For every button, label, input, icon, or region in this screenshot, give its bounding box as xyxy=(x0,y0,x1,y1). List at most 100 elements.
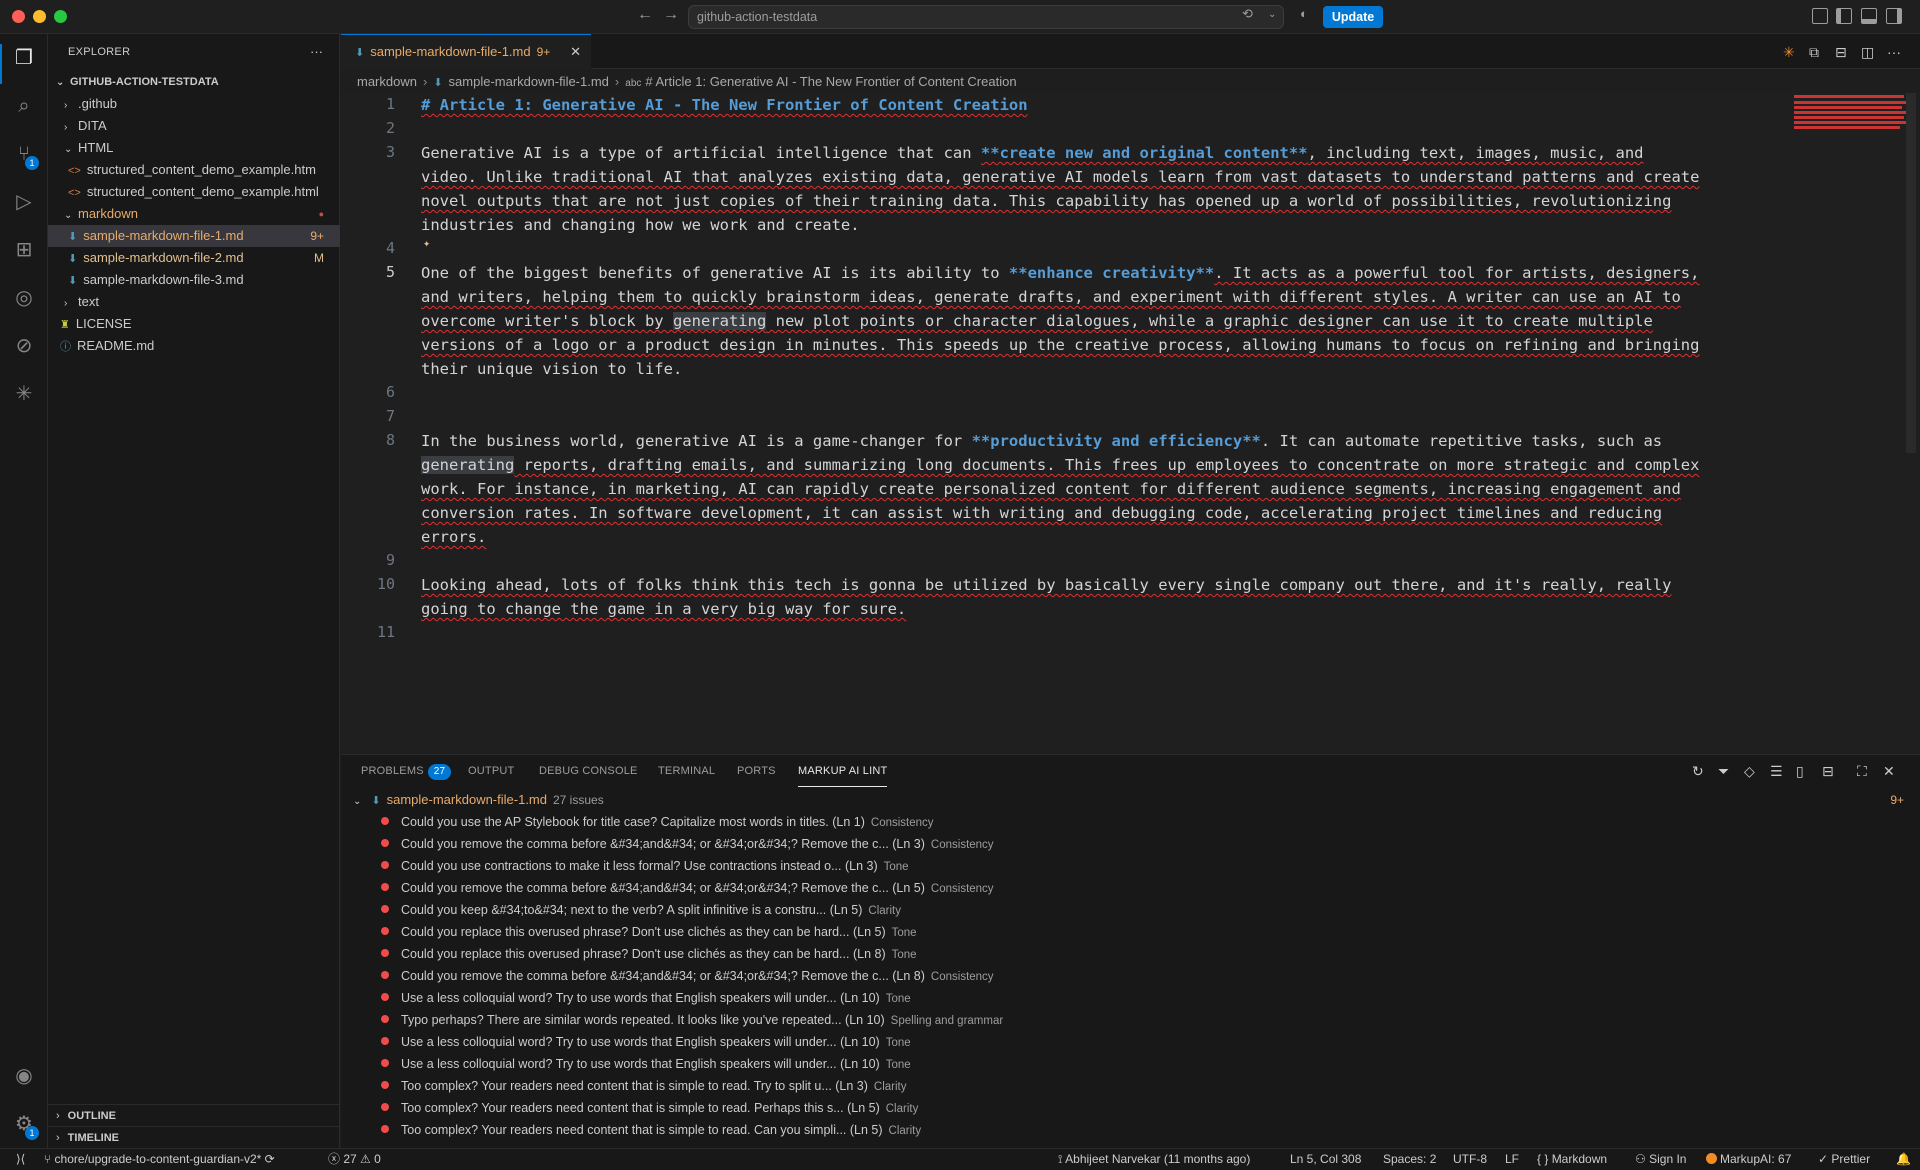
testing-icon[interactable]: ⊘ xyxy=(12,334,36,358)
refresh-icon[interactable]: ↻ xyxy=(1692,763,1704,780)
collapse-all-icon[interactable]: ☰ xyxy=(1770,763,1783,780)
issue-row[interactable]: Could you use the AP Stylebook for title… xyxy=(381,811,934,833)
problems-status[interactable]: ⓧ 27 ⚠ 0 xyxy=(328,1149,381,1170)
split-editor-icon[interactable]: ◫ xyxy=(1861,44,1874,61)
toggle-secondary-sidebar-icon[interactable] xyxy=(1886,8,1902,24)
scrollbar-thumb[interactable] xyxy=(1906,93,1916,453)
remote-icon[interactable]: ⟩⟨ xyxy=(16,1149,25,1170)
branch-status[interactable]: ⑂ chore/upgrade-to-content-guardian-v2* … xyxy=(44,1149,275,1170)
tree-folder-html[interactable]: ⌄ HTML xyxy=(48,137,340,159)
tree-folder-dita[interactable]: › DITA xyxy=(48,115,340,137)
tab-ports[interactable]: PORTS xyxy=(737,755,776,787)
error-dot-icon xyxy=(381,1103,389,1111)
tree-item-label: README.md xyxy=(77,338,155,353)
back-arrow-icon[interactable]: ← xyxy=(637,6,653,24)
tab-terminal[interactable]: TERMINAL xyxy=(658,755,715,787)
timeline-section[interactable]: › TIMELINE xyxy=(48,1126,340,1148)
issue-row[interactable]: Could you remove the comma before &#34;a… xyxy=(381,833,994,855)
issue-row[interactable]: Use a less colloquial word? Try to use w… xyxy=(381,1031,911,1053)
tree-file-license[interactable]: ♜ LICENSE xyxy=(48,313,340,335)
breadcrumb-folder[interactable]: markdown xyxy=(357,74,417,89)
more-actions-icon[interactable]: ··· xyxy=(1887,44,1901,60)
search-icon[interactable]: ⌕ xyxy=(12,94,36,118)
issue-row[interactable]: Use a less colloquial word? Try to use w… xyxy=(381,1053,911,1075)
tree-file-readme[interactable]: ⓘ README.md xyxy=(48,335,340,357)
open-preview-icon[interactable]: ⧉ xyxy=(1809,44,1819,61)
forward-arrow-icon[interactable]: → xyxy=(663,6,679,24)
bold-text: **enhance creativity** xyxy=(1008,264,1215,282)
tree-file-md-1[interactable]: ⬇ sample-markdown-file-1.md 9+ xyxy=(48,225,340,247)
tab-problems[interactable]: PROBLEMS 27 xyxy=(361,755,452,787)
maximize-panel-icon[interactable]: ⛶ xyxy=(1857,763,1867,780)
breadcrumb-symbol[interactable]: # Article 1: Generative AI - The New Fro… xyxy=(645,74,1016,89)
markupai-status[interactable]: MarkupAI: 67 xyxy=(1706,1149,1791,1170)
tree-folder-markdown[interactable]: ⌄ markdown ● xyxy=(48,203,340,225)
toggle-panel-icon[interactable] xyxy=(1861,8,1877,24)
issues-file-group[interactable]: ⌄ ⬇ sample-markdown-file-1.md 27 issues xyxy=(353,789,604,811)
issue-row[interactable]: Use a less colloquial word? Try to use w… xyxy=(381,987,911,1009)
tree-folder-text[interactable]: › text xyxy=(48,291,340,313)
update-button[interactable]: Update xyxy=(1323,6,1383,28)
editor-scrollbar[interactable] xyxy=(1904,93,1918,753)
file-icon[interactable]: ▯ xyxy=(1796,763,1804,780)
tab-output[interactable]: OUTPUT xyxy=(468,755,514,787)
maximize-window-button[interactable] xyxy=(54,10,67,23)
issue-row[interactable]: Typo perhaps? There are similar words re… xyxy=(381,1009,1003,1031)
code-editor[interactable]: 1 2 3 4 5 6 7 8 9 10 11 # Article 1: Gen… xyxy=(341,93,1920,753)
tree-file-htm[interactable]: <> structured_content_demo_example.htm xyxy=(48,159,340,181)
run-debug-icon[interactable]: ▷ xyxy=(12,190,36,214)
workspace-root[interactable]: ⌄ GITHUB-ACTION-TESTDATA xyxy=(48,71,340,93)
outline-section[interactable]: › OUTLINE xyxy=(48,1104,340,1126)
more-actions-icon[interactable]: ··· xyxy=(310,34,323,70)
cursor-position[interactable]: Ln 5, Col 308 xyxy=(1290,1149,1361,1170)
prettier-status[interactable]: ✓ Prettier xyxy=(1818,1149,1870,1170)
indentation-status[interactable]: Spaces: 2 xyxy=(1383,1149,1436,1170)
tree-file-html[interactable]: <> structured_content_demo_example.html xyxy=(48,181,340,203)
accounts-contrast-icon[interactable]: ◐ xyxy=(1300,6,1308,21)
issue-row[interactable]: Could you use contractions to make it le… xyxy=(381,855,909,877)
eol-status[interactable]: LF xyxy=(1505,1149,1519,1170)
issue-row[interactable]: Too complex? Your readers need content t… xyxy=(381,1075,907,1097)
issue-row[interactable]: Could you remove the comma before &#34;a… xyxy=(381,965,994,987)
sign-in-status[interactable]: ⚇ Sign In xyxy=(1635,1149,1686,1170)
issue-row[interactable]: Too complex? Your readers need content t… xyxy=(381,1119,921,1141)
extensions-icon[interactable]: ⊞ xyxy=(12,238,36,262)
tree-file-md-2[interactable]: ⬇ sample-markdown-file-2.md M xyxy=(48,247,340,269)
issue-row[interactable]: Could you replace this overused phrase? … xyxy=(381,943,917,965)
close-panel-icon[interactable]: ✕ xyxy=(1883,763,1895,780)
tree-file-md-3[interactable]: ⬇ sample-markdown-file-3.md xyxy=(48,269,340,291)
issue-message: Could you use contractions to make it le… xyxy=(401,859,878,873)
breadcrumb-file[interactable]: sample-markdown-file-1.md xyxy=(449,74,609,89)
filter-icon[interactable]: ⏷ xyxy=(1718,763,1729,780)
encoding-status[interactable]: UTF-8 xyxy=(1453,1149,1487,1170)
minimap[interactable] xyxy=(1794,93,1910,139)
clear-icon[interactable]: ⊟ xyxy=(1822,763,1834,780)
toggle-sidebar-icon[interactable] xyxy=(1836,8,1852,24)
chevron-down-icon[interactable]: ⌄ xyxy=(1268,9,1276,20)
compare-icon[interactable]: ⊟ xyxy=(1835,44,1847,61)
tag-icon[interactable]: ◇ xyxy=(1744,763,1755,780)
close-window-button[interactable] xyxy=(12,10,25,23)
tab-debug-console[interactable]: DEBUG CONSOLE xyxy=(539,755,638,787)
language-status[interactable]: { } Markdown xyxy=(1537,1149,1607,1170)
git-blame-status[interactable]: ⟟ Abhijeet Narvekar (11 months ago) xyxy=(1058,1149,1250,1170)
sparkle-icon[interactable]: ✦ xyxy=(423,236,430,250)
command-center-search[interactable]: github-action-testdata xyxy=(688,5,1284,29)
github-actions-icon[interactable]: ◎ xyxy=(12,286,36,310)
minimize-window-button[interactable] xyxy=(33,10,46,23)
issue-row[interactable]: Too complex? Your readers need content t… xyxy=(381,1097,918,1119)
explorer-files-icon[interactable]: ❐ xyxy=(12,46,36,70)
tree-folder-github[interactable]: › .github xyxy=(48,93,340,115)
copilot-icon[interactable]: ⟲ xyxy=(1242,6,1253,22)
account-icon[interactable]: ◉ xyxy=(12,1064,36,1088)
markup-ai-check-icon[interactable]: ✳ xyxy=(1783,44,1795,61)
close-icon[interactable]: ✕ xyxy=(570,35,581,69)
tab-sample-markdown-file-1[interactable]: ⬇ sample-markdown-file-1.md 9+ ✕ xyxy=(341,34,591,69)
customize-layout-icon[interactable] xyxy=(1812,8,1828,24)
tab-markup-ai-lint[interactable]: MARKUP AI LINT xyxy=(798,755,888,787)
markup-ai-icon[interactable]: ✳ xyxy=(12,382,36,406)
issue-row[interactable]: Could you replace this overused phrase? … xyxy=(381,921,917,943)
issue-row[interactable]: Could you remove the comma before &#34;a… xyxy=(381,877,994,899)
issue-row[interactable]: Could you keep &#34;to&#34; next to the … xyxy=(381,899,901,921)
notifications-bell-icon[interactable]: 🔔 xyxy=(1896,1149,1911,1170)
